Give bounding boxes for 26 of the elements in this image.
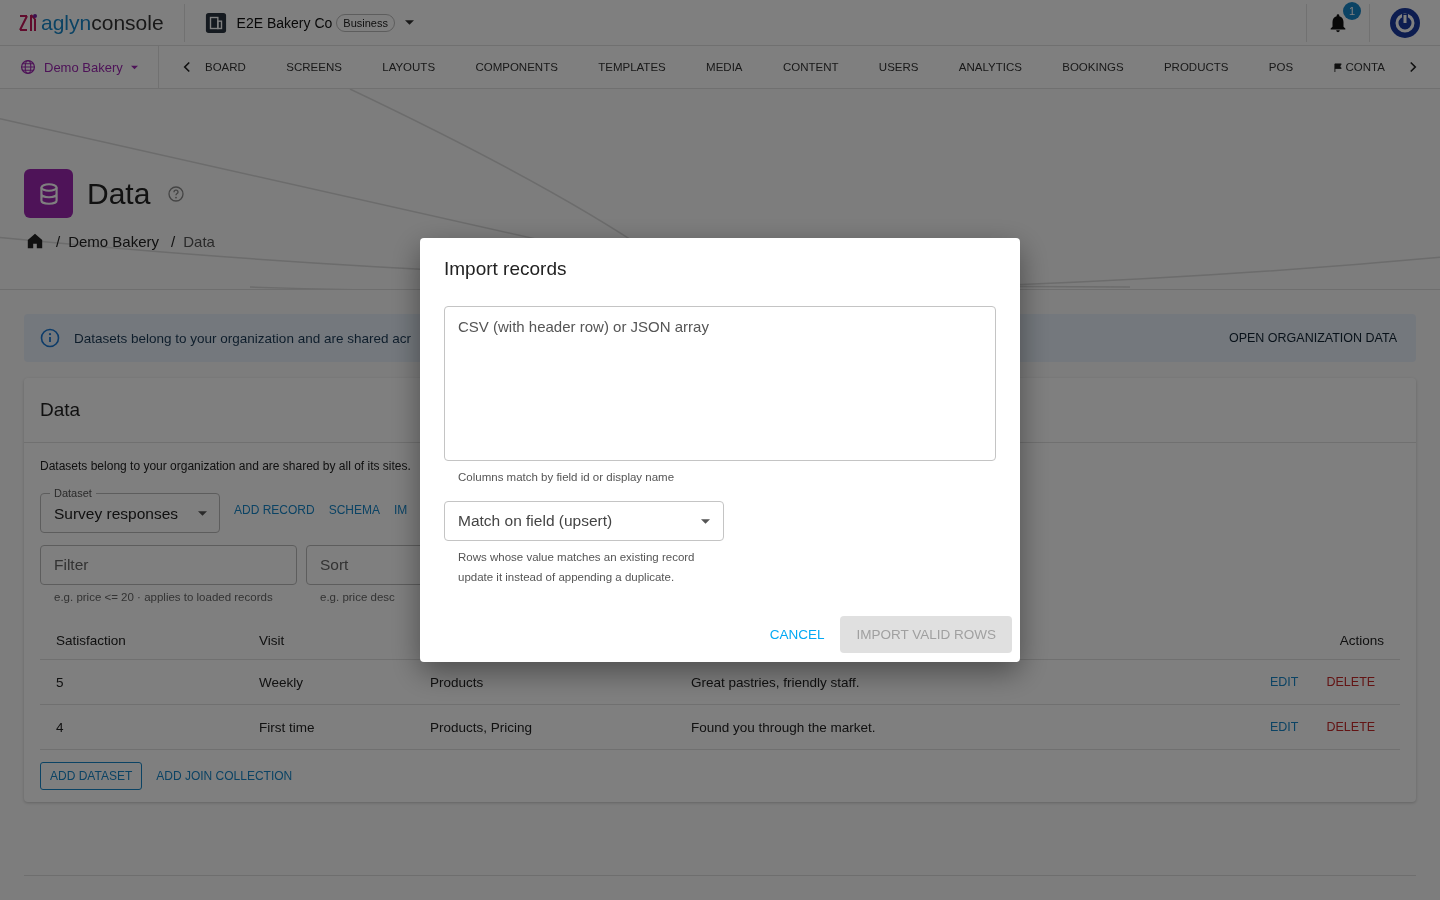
field-helper-text: Rows whose value matches an existing record update it instead of appending a duplicate. bbox=[458, 550, 696, 585]
table-cell-text: Great pastries, friendly staff. bbox=[691, 674, 861, 690]
column-header: Visit bbox=[259, 632, 286, 648]
card-description: Datasets belong to your organization and are shared by all of its sites. bbox=[40, 459, 412, 473]
breadcrumb-separator: / bbox=[56, 232, 61, 250]
card-title: Data bbox=[40, 399, 81, 421]
brand-name: aglyn bbox=[41, 10, 92, 35]
table-cell-text: 4 bbox=[56, 719, 65, 735]
product-name: console bbox=[91, 10, 164, 35]
breadcrumb-separator: / bbox=[171, 232, 176, 250]
site-name: Demo Bakery bbox=[44, 59, 123, 75]
column-header: Satisfaction bbox=[56, 632, 127, 648]
table-cell-text: Found you through the market. bbox=[691, 719, 877, 735]
alert-text: Datasets belong to your organization and are shared acr bbox=[74, 330, 411, 346]
field-helper-text: Columns match by field id or display name bbox=[458, 470, 676, 485]
page-title: Data bbox=[87, 176, 151, 211]
notification-count: 1 bbox=[1343, 1, 1361, 20]
table-cell-text: Products bbox=[430, 674, 485, 690]
dialog-title: Import records bbox=[444, 258, 568, 280]
field-helper-text: e.g. price desc bbox=[320, 591, 396, 603]
table-cell-text: First time bbox=[259, 719, 316, 735]
table-cell-text: Products, Pricing bbox=[430, 719, 534, 735]
column-header: Actions bbox=[1338, 632, 1385, 648]
field-helper-text: e.g. price <= 20 · applies to loaded records bbox=[54, 591, 274, 603]
table-cell-text: 5 bbox=[56, 674, 65, 690]
table-cell-text: Weekly bbox=[259, 674, 304, 690]
